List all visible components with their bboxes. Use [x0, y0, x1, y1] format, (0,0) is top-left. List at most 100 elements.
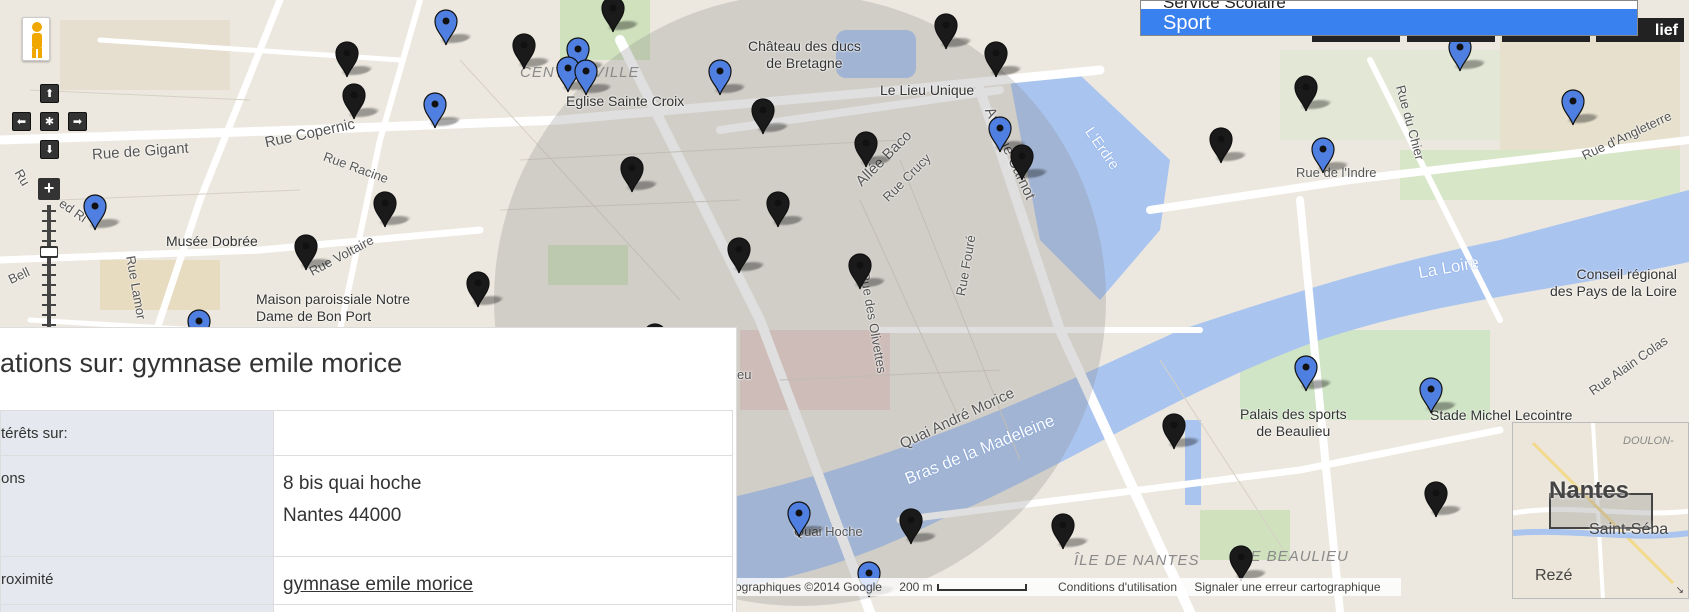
map-marker-blue[interactable] [1560, 88, 1601, 126]
map-marker-black[interactable] [465, 270, 506, 308]
map-pin-icon [373, 191, 397, 228]
map-marker-black[interactable] [600, 0, 641, 33]
map-marker-black[interactable] [983, 40, 1024, 78]
map-pin-icon [342, 83, 366, 120]
table-row: térêts sur: [0, 410, 733, 456]
report-error-link[interactable]: Signaler une erreur cartographique [1194, 580, 1380, 594]
label-maison: Maison paroissiale Notre Dame de Bon Por… [256, 291, 411, 324]
overview-label-doulon: DOULON- [1623, 435, 1674, 447]
map-marker-black[interactable] [898, 507, 939, 545]
label-musee: Musée Dobrée [166, 233, 258, 249]
map-pin-icon [1010, 144, 1034, 181]
map-pin-icon [787, 501, 811, 538]
map-pin-icon [934, 13, 958, 50]
map-pin-icon [1294, 75, 1318, 112]
map-pin-icon [1311, 137, 1335, 174]
terms-link[interactable]: Conditions d'utilisation [1058, 580, 1177, 594]
map-pin-icon [766, 191, 790, 228]
map-marker-blue[interactable] [1293, 354, 1334, 392]
pan-left-button[interactable]: ⬅ [12, 112, 31, 131]
map-pin-icon [423, 92, 447, 129]
attribution-bar: ographiques ©2014 Google 200 m Condition… [735, 578, 1401, 596]
map-marker-black[interactable] [1009, 143, 1050, 181]
map-pin-icon [294, 234, 318, 271]
pegman-icon [32, 22, 42, 58]
row-value-empty [273, 604, 733, 612]
map-marker-black[interactable] [1423, 480, 1464, 518]
zoom-in-button[interactable]: + [38, 178, 60, 200]
map-marker-black[interactable] [293, 233, 334, 271]
map-marker-black[interactable] [511, 32, 552, 70]
map-marker-black[interactable] [750, 97, 791, 135]
overview-toggle-icon[interactable]: ↘ [1676, 585, 1684, 596]
map-marker-blue[interactable] [1418, 376, 1459, 414]
zoom-slider[interactable] [40, 205, 58, 330]
map-marker-black[interactable] [341, 82, 382, 120]
map-marker-black[interactable] [334, 40, 375, 78]
address-line-1: 8 bis quai hoche [283, 473, 422, 494]
map-marker-blue[interactable] [707, 58, 748, 96]
table-row: ons 8 bis quai hoche Nantes 44000 [0, 455, 733, 557]
map-pin-icon [708, 59, 732, 96]
map-pin-icon [335, 41, 359, 78]
overview-label-nantes: Nantes [1549, 477, 1630, 504]
map-pin-icon [1051, 513, 1075, 550]
address-line-2: Nantes 44000 [283, 505, 402, 526]
street-eu: eu [737, 367, 752, 382]
map-pin-icon [601, 0, 625, 33]
map-marker-blue[interactable] [82, 193, 123, 231]
info-panel: ations sur: gymnase emile morice térêts … [0, 327, 737, 612]
map-pin-icon [1209, 127, 1233, 164]
row-value-interests [273, 410, 733, 456]
table-row: roximité gymnase emile morice [0, 556, 733, 605]
row-key-empty [0, 604, 274, 612]
pan-up-button[interactable]: ⬆ [40, 84, 59, 103]
map-pin-icon [512, 33, 536, 70]
map-marker-black[interactable] [1208, 126, 1249, 164]
scale-bar: 200 m [899, 580, 1040, 594]
zoom-slider-handle [40, 246, 58, 258]
layer-category-dropdown[interactable]: Service Scolaire Sport [1140, 0, 1638, 36]
map-marker-blue[interactable] [573, 58, 614, 96]
map-marker-black[interactable] [619, 155, 660, 193]
map-pin-icon [848, 253, 872, 290]
district-ile-de-nantes: ÎLE DE NANTES [1074, 552, 1200, 569]
map-pin-icon [899, 508, 923, 545]
map-marker-black[interactable] [765, 190, 806, 228]
map-pin-icon [1424, 481, 1448, 518]
info-table: térêts sur: ons 8 bis quai hoche Nantes … [0, 410, 733, 612]
map-marker-blue[interactable] [422, 91, 463, 129]
map-pin-icon [466, 271, 490, 308]
map-marker-blue[interactable] [786, 500, 827, 538]
map-pin-icon [727, 237, 751, 274]
overview-minimap[interactable]: DOULON- Nantes Saint-Séba Rezé ↘ [1512, 422, 1689, 599]
map-marker-black[interactable] [1050, 512, 1091, 550]
map-marker-black[interactable] [372, 190, 413, 228]
dropdown-option-sport[interactable]: Sport [1141, 9, 1637, 35]
pan-right-button[interactable]: ➡ [68, 112, 87, 131]
map-pin-icon [751, 98, 775, 135]
map-pin-icon [984, 41, 1008, 78]
pan-center-button[interactable]: ✱ [40, 112, 59, 131]
map-pin-icon [1419, 377, 1443, 414]
map-marker-black[interactable] [933, 12, 974, 50]
row-key-address: ons [0, 455, 274, 557]
map-marker-black[interactable] [853, 130, 894, 168]
street-view-pegman[interactable] [22, 17, 50, 61]
map-marker-black[interactable] [847, 252, 888, 290]
map-pin-icon [1561, 89, 1585, 126]
map-pin-icon [83, 194, 107, 231]
map-marker-blue[interactable] [1310, 136, 1351, 174]
nearby-link[interactable]: gymnase emile morice [283, 574, 473, 595]
scale-ruler [936, 584, 1027, 592]
overview-label-reze: Rezé [1535, 567, 1573, 584]
map-marker-black[interactable] [726, 236, 767, 274]
map-marker-black[interactable] [1161, 412, 1202, 450]
label-lieu-unique: Le Lieu Unique [880, 82, 975, 98]
pan-down-button[interactable]: ⬇ [40, 140, 59, 159]
map-marker-black[interactable] [1228, 544, 1269, 582]
map-pin-icon [1162, 413, 1186, 450]
map-pin-icon [1294, 355, 1318, 392]
map-marker-blue[interactable] [433, 8, 474, 46]
map-marker-black[interactable] [1293, 74, 1334, 112]
